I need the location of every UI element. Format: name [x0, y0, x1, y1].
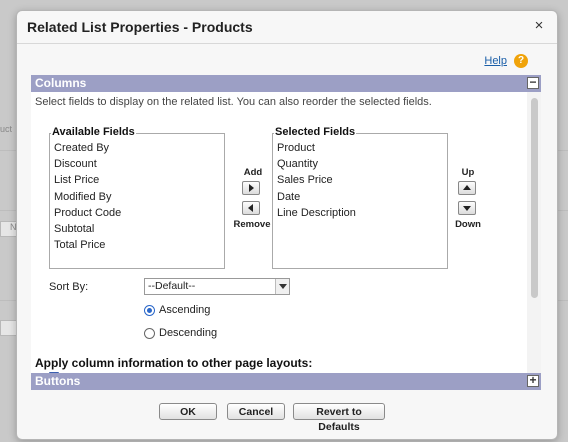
up-label: Up: [461, 167, 475, 178]
columns-section-label: Columns: [35, 76, 87, 90]
move-up-button[interactable]: [458, 181, 476, 195]
down-label: Down: [455, 219, 481, 230]
list-item[interactable]: Date: [273, 189, 447, 205]
available-fields-title: Available Fields: [51, 126, 136, 138]
sort-descending-option[interactable]: Descending: [144, 327, 217, 339]
scrollbar-thumb[interactable]: [531, 98, 538, 298]
close-icon[interactable]: ×: [531, 18, 547, 34]
ok-button[interactable]: OK: [159, 403, 217, 420]
related-list-properties-dialog: Related List Properties - Products × Hel…: [16, 10, 558, 440]
chevron-down-icon: [275, 279, 289, 294]
list-item[interactable]: Created By: [50, 140, 224, 156]
descending-label: Descending: [159, 327, 218, 339]
sort-by-label: Sort By:: [49, 281, 89, 293]
descending-radio[interactable]: [144, 327, 155, 339]
add-label: Add: [243, 167, 263, 178]
background-text: uct: [0, 124, 13, 134]
list-item[interactable]: Sales Price: [273, 172, 447, 188]
dialog-title: Related List Properties - Products: [27, 19, 253, 35]
title-divider: [17, 43, 557, 44]
list-item[interactable]: Quantity: [273, 156, 447, 172]
revert-to-defaults-button[interactable]: Revert to Defaults: [293, 403, 385, 433]
list-item[interactable]: Total Price: [50, 237, 224, 253]
help-link[interactable]: Help: [484, 55, 507, 67]
columns-instructions: Select fields to display on the related …: [35, 96, 432, 108]
list-item[interactable]: Product Code: [50, 205, 224, 221]
collapse-icon[interactable]: −: [527, 76, 539, 89]
arrow-right-icon: [249, 184, 254, 192]
ascending-radio[interactable]: [144, 304, 155, 316]
selected-fields-list[interactable]: Product Quantity Sales Price Date Line D…: [272, 133, 448, 269]
columns-section-content: Select fields to display on the related …: [31, 92, 541, 373]
available-fields-list[interactable]: Created By Discount List Price Modified …: [49, 133, 225, 269]
remove-label: Remove: [233, 219, 271, 230]
help-icon[interactable]: ?: [514, 54, 528, 68]
move-down-button[interactable]: [458, 201, 476, 215]
arrow-down-icon: [463, 206, 471, 211]
remove-button[interactable]: [242, 201, 260, 215]
sort-by-value: --Default--: [148, 280, 196, 292]
buttons-section-header[interactable]: Buttons +: [31, 373, 541, 390]
ascending-label: Ascending: [159, 304, 211, 316]
list-item[interactable]: Discount: [50, 156, 224, 172]
add-button[interactable]: [242, 181, 260, 195]
list-item[interactable]: Line Description: [273, 205, 447, 221]
apply-columns-heading: Apply column information to other page l…: [35, 356, 313, 370]
sort-ascending-option[interactable]: Ascending: [144, 304, 210, 316]
columns-section-header[interactable]: Columns −: [31, 75, 541, 92]
list-item[interactable]: List Price: [50, 172, 224, 188]
list-item[interactable]: Subtotal: [50, 221, 224, 237]
buttons-section-label: Buttons: [35, 374, 81, 388]
sort-by-select[interactable]: --Default--: [144, 278, 290, 295]
list-item[interactable]: Modified By: [50, 189, 224, 205]
content-scrollbar[interactable]: [527, 92, 541, 373]
expand-icon[interactable]: +: [527, 374, 539, 387]
list-item[interactable]: Product: [273, 140, 447, 156]
arrow-left-icon: [248, 204, 253, 212]
arrow-up-icon: [463, 185, 471, 190]
cancel-button[interactable]: Cancel: [227, 403, 285, 420]
selected-fields-title: Selected Fields: [274, 126, 357, 138]
